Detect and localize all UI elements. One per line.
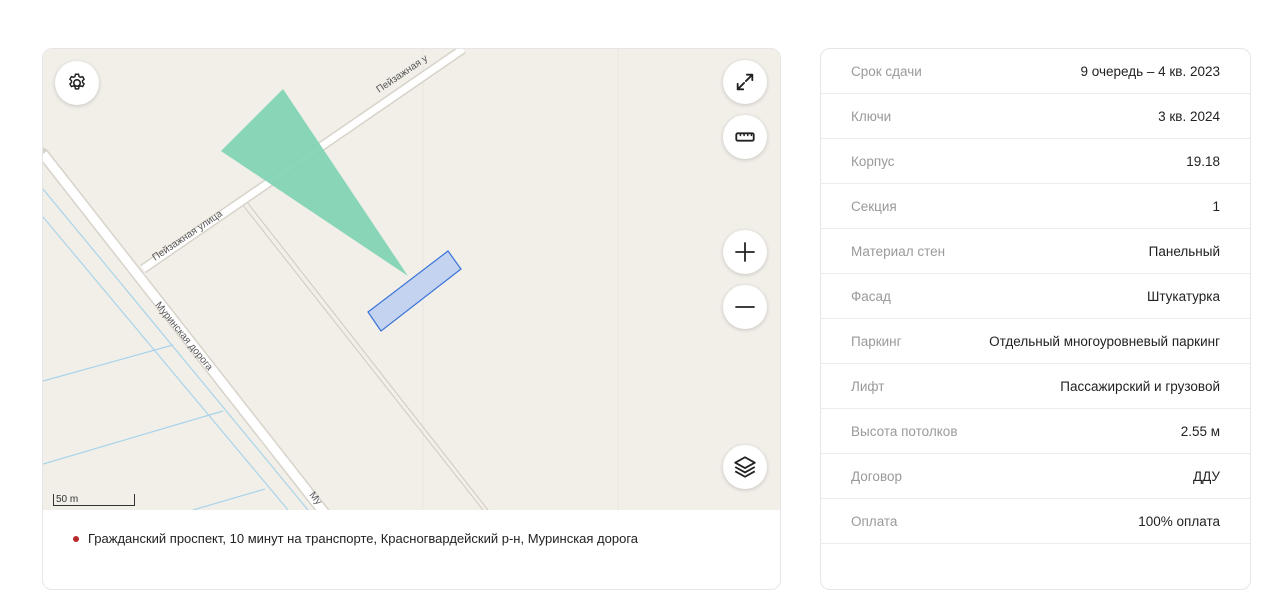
detail-value: Штукатурка bbox=[1146, 288, 1220, 304]
map-scale: 50 m bbox=[53, 494, 135, 506]
detail-value: 9 очередь – 4 кв. 2023 bbox=[1080, 63, 1220, 79]
road-label-peyzazhnaya-lower: Пейзажная улица bbox=[151, 208, 225, 263]
detail-row: Договор ДДУ bbox=[821, 454, 1250, 499]
detail-row: Материал стен Панельный bbox=[821, 229, 1250, 274]
location-dot-icon bbox=[73, 535, 79, 542]
detail-row: Корпус 19.18 bbox=[821, 139, 1250, 184]
detail-label: Договор bbox=[851, 468, 902, 484]
plus-icon bbox=[735, 242, 755, 262]
ruler-button[interactable] bbox=[723, 115, 767, 159]
gear-icon bbox=[69, 73, 85, 90]
address-text: Гражданский проспект, 10 минут на трансп… bbox=[88, 531, 639, 546]
detail-value: Отдельный многоуровневый паркинг bbox=[989, 333, 1220, 349]
fullscreen-button[interactable] bbox=[723, 60, 767, 104]
detail-value: Панельный bbox=[1148, 243, 1220, 259]
settings-button[interactable] bbox=[55, 61, 99, 105]
detail-label: Высота потолков bbox=[851, 423, 958, 439]
minus-icon bbox=[735, 306, 755, 308]
detail-value: 2.55 м bbox=[1180, 423, 1220, 439]
detail-label: Секция bbox=[851, 198, 897, 214]
detail-value: Пассажирский и грузовой bbox=[1060, 378, 1220, 394]
map-card: Пейзажная улица Пейзажная у Муринская до… bbox=[42, 48, 781, 590]
detail-row: Лифт Пассажирский и грузовой bbox=[821, 364, 1250, 409]
expand-icon bbox=[736, 73, 754, 91]
detail-value: 1 bbox=[1212, 198, 1220, 214]
detail-label: Оплата bbox=[851, 513, 898, 529]
detail-label: Ключи bbox=[851, 108, 892, 124]
detail-label: Срок сдачи bbox=[851, 63, 922, 79]
ruler-icon bbox=[735, 132, 755, 142]
detail-row: Оплата 100% оплата bbox=[821, 499, 1250, 544]
address-line: Гражданский проспект, 10 минут на трансп… bbox=[73, 531, 638, 546]
detail-value: ДДУ bbox=[1192, 468, 1220, 484]
map-view[interactable]: Пейзажная улица Пейзажная у Муринская до… bbox=[43, 49, 780, 510]
layers-icon bbox=[734, 456, 756, 478]
view-cone bbox=[221, 89, 408, 276]
detail-label: Фасад bbox=[851, 288, 891, 304]
map-canvas[interactable]: Пейзажная улица Пейзажная у Муринская до… bbox=[43, 49, 780, 510]
detail-row: Секция 1 bbox=[821, 184, 1250, 229]
detail-row: Фасад Штукатурка bbox=[821, 274, 1250, 319]
detail-row: Срок сдачи 9 очередь – 4 кв. 2023 bbox=[821, 49, 1250, 94]
detail-label: Корпус bbox=[851, 153, 895, 169]
detail-label: Паркинг bbox=[851, 333, 902, 349]
building-outline bbox=[367, 250, 462, 332]
detail-row: Ключи 3 кв. 2024 bbox=[821, 94, 1250, 139]
detail-value: 19.18 bbox=[1186, 153, 1220, 169]
detail-value: 3 кв. 2024 bbox=[1158, 108, 1220, 124]
zoom-out-button[interactable] bbox=[723, 285, 767, 329]
detail-label: Лифт bbox=[851, 378, 885, 394]
zoom-in-button[interactable] bbox=[723, 230, 767, 274]
detail-label: Материал стен bbox=[851, 243, 946, 259]
detail-row: Паркинг Отдельный многоуровневый паркинг bbox=[821, 319, 1250, 364]
layers-button[interactable] bbox=[723, 445, 767, 489]
detail-value: 100% оплата bbox=[1138, 513, 1220, 529]
road-label-murinskaya: Муринская дорога bbox=[153, 300, 215, 373]
detail-row: Высота потолков 2.55 м bbox=[821, 409, 1250, 454]
details-card: Срок сдачи 9 очередь – 4 кв. 2023 Ключи … bbox=[820, 48, 1251, 590]
